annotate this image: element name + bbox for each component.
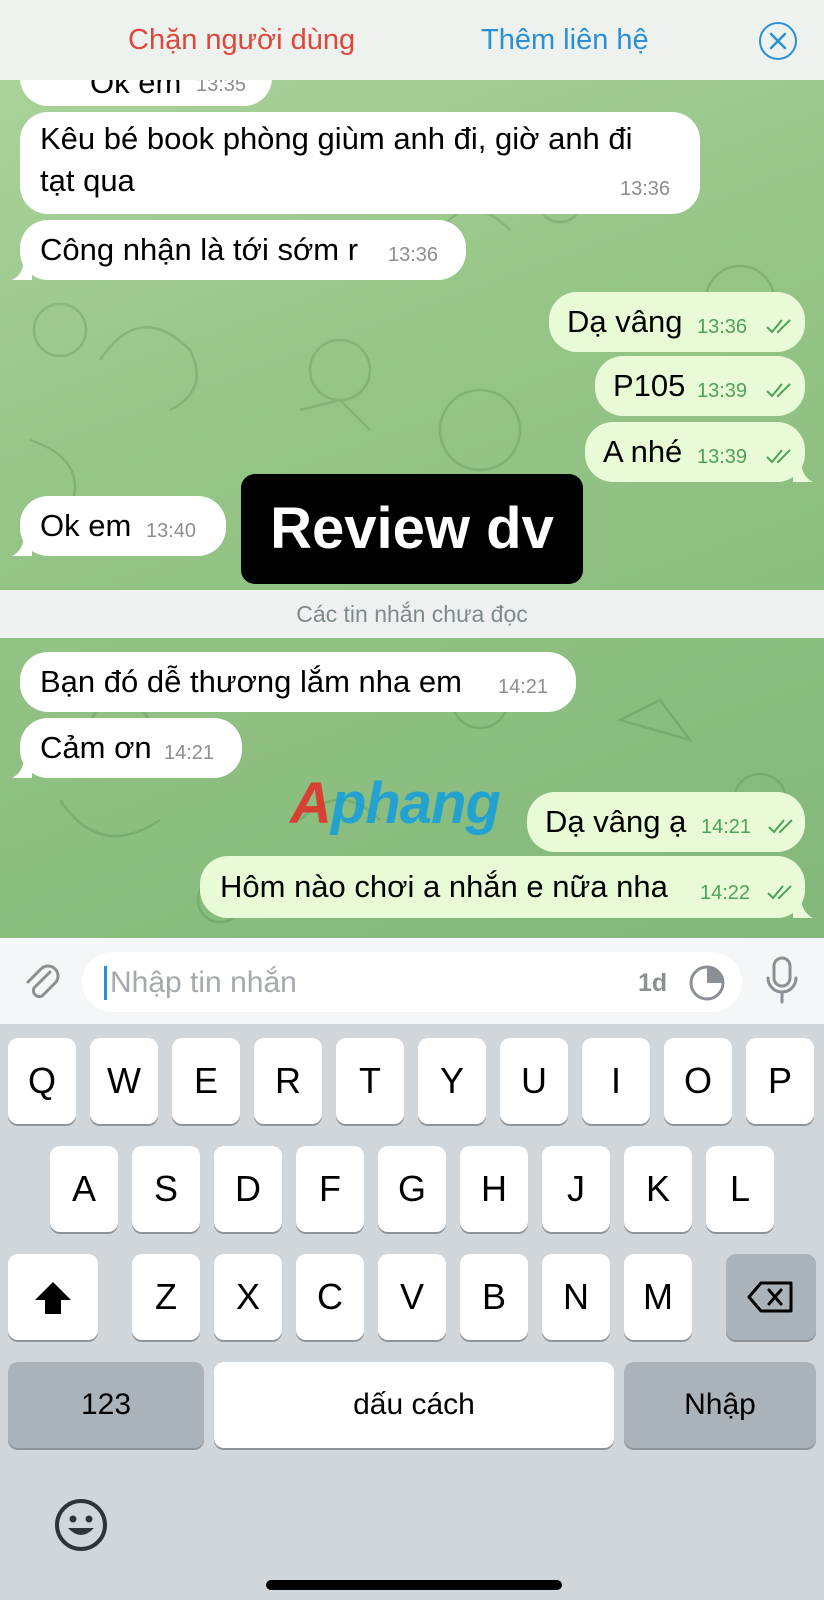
key-x[interactable]: X	[214, 1254, 282, 1340]
key-p[interactable]: P	[746, 1038, 814, 1124]
message-time: 13:40	[146, 520, 197, 542]
message-outgoing[interactable]: P105 13:39	[595, 356, 805, 416]
key-q[interactable]: Q	[8, 1038, 76, 1124]
emoji-icon[interactable]	[54, 1498, 108, 1552]
message-text: Cảm ơn	[40, 730, 152, 765]
key-t[interactable]: T	[336, 1038, 404, 1124]
message-input[interactable]: Nhập tin nhắn 1d	[82, 952, 742, 1012]
close-icon	[769, 32, 787, 50]
message-incoming[interactable]: Công nhận là tới sớm r 13:36	[12, 220, 466, 280]
top-bar: Chặn người dùng Thêm liên hệ	[0, 0, 824, 80]
text-cursor	[104, 966, 107, 1000]
review-overlay-label: Review dv	[241, 474, 583, 584]
key-d[interactable]: D	[214, 1146, 282, 1232]
message-incoming[interactable]: Ok em 13:40	[12, 496, 226, 556]
backspace-key[interactable]	[726, 1254, 816, 1340]
message-time: 14:21	[498, 676, 549, 698]
read-checkmarks-icon	[766, 449, 791, 464]
message-incoming[interactable]: Bạn đó dễ thương lắm nha em 14:21	[20, 652, 576, 712]
message-text: Bạn đó dễ thương lắm nha em	[40, 664, 462, 699]
bubble-tail	[12, 258, 32, 280]
message-text-line-2: tạt qua	[40, 163, 135, 198]
message-text: Dạ vâng ạ	[545, 804, 687, 839]
unread-messages-divider: Các tin nhắn chưa đọc	[0, 590, 824, 638]
message-time: 13:36	[388, 244, 439, 266]
message-text: A nhé	[603, 434, 683, 469]
bubble-tail	[793, 460, 813, 482]
message-time: 14:21	[701, 816, 752, 838]
message-time: 13:39	[697, 446, 748, 468]
read-checkmarks-icon	[768, 819, 793, 834]
key-a[interactable]: A	[50, 1146, 118, 1232]
message-time: 13:36	[620, 178, 671, 200]
message-incoming[interactable]: Cảm ơn 14:21	[12, 718, 242, 778]
watermark-logo: Aphang	[290, 771, 501, 836]
message-time: 13:35	[196, 80, 247, 96]
read-checkmarks-icon	[766, 319, 791, 334]
key-u[interactable]: U	[500, 1038, 568, 1124]
key-z[interactable]: Z	[132, 1254, 200, 1340]
message-time: 13:36	[697, 316, 748, 338]
key-s[interactable]: S	[132, 1146, 200, 1232]
self-destruct-timer-label[interactable]: 1d	[638, 969, 667, 998]
key-r[interactable]: R	[254, 1038, 322, 1124]
message-time: 13:39	[697, 380, 748, 402]
message-text: P105	[613, 368, 686, 403]
key-o[interactable]: O	[664, 1038, 732, 1124]
key-i[interactable]: I	[582, 1038, 650, 1124]
return-key[interactable]: Nhập	[624, 1362, 816, 1448]
bubble-tail	[12, 756, 32, 778]
key-n[interactable]: N	[542, 1254, 610, 1340]
attachment-paperclip-icon[interactable]	[20, 958, 64, 1006]
key-e[interactable]: E	[172, 1038, 240, 1124]
add-contact-button[interactable]: Thêm liên hệ	[481, 24, 649, 57]
message-text-line-1: Kêu bé book phòng giùm anh đi, giờ anh đ…	[40, 121, 633, 156]
key-g[interactable]: G	[378, 1146, 446, 1232]
message-text: Hôm nào chơi a nhắn e nữa nha	[220, 869, 668, 904]
key-m[interactable]: M	[624, 1254, 692, 1340]
key-j[interactable]: J	[542, 1146, 610, 1232]
key-w[interactable]: W	[90, 1038, 158, 1124]
read-checkmarks-icon	[767, 885, 792, 900]
timer-icon[interactable]	[688, 964, 726, 1002]
message-outgoing[interactable]: A nhé 13:39	[585, 422, 813, 482]
chat-area[interactable]: Ok em 13:35 Kêu bé book phòng giùm anh đ…	[0, 80, 824, 938]
bubble-tail	[793, 896, 813, 918]
key-l[interactable]: L	[706, 1146, 774, 1232]
key-f[interactable]: F	[296, 1146, 364, 1232]
backspace-icon	[747, 1281, 793, 1313]
message-time: 14:21	[164, 742, 215, 764]
close-button[interactable]	[759, 22, 797, 60]
key-b[interactable]: B	[460, 1254, 528, 1340]
message-input-placeholder: Nhập tin nhắn	[110, 966, 297, 999]
message-outgoing[interactable]: Dạ vâng 13:36	[549, 292, 805, 352]
message-time: 14:22	[700, 882, 751, 904]
read-checkmarks-icon	[766, 383, 791, 398]
message-text: Dạ vâng	[567, 304, 683, 339]
microphone-icon[interactable]	[764, 956, 800, 1006]
key-k[interactable]: K	[624, 1146, 692, 1232]
message-text: Ok em	[90, 80, 182, 100]
block-user-button[interactable]: Chặn người dùng	[128, 24, 355, 57]
key-h[interactable]: H	[460, 1146, 528, 1232]
message-incoming[interactable]: Kêu bé book phòng giùm anh đi, giờ anh đ…	[20, 112, 700, 214]
shift-icon	[35, 1282, 71, 1314]
message-text: Công nhận là tới sớm r	[40, 232, 359, 267]
on-screen-keyboard: Q W E R T Y U I O P A S D F G H J K L Z …	[0, 1024, 824, 1600]
key-v[interactable]: V	[378, 1254, 446, 1340]
message-incoming[interactable]: Ok em 13:35	[20, 80, 272, 106]
numbers-key[interactable]: 123	[8, 1362, 204, 1448]
message-outgoing[interactable]: Hôm nào chơi a nhắn e nữa nha 14:22	[200, 856, 813, 918]
space-key[interactable]: dấu cách	[214, 1362, 614, 1448]
shift-key[interactable]	[8, 1254, 98, 1340]
message-text: Ok em	[40, 508, 132, 543]
home-indicator	[266, 1580, 562, 1590]
message-composer: Nhập tin nhắn 1d	[0, 938, 824, 1024]
message-outgoing[interactable]: Dạ vâng ạ 14:21	[527, 792, 805, 852]
key-y[interactable]: Y	[418, 1038, 486, 1124]
key-c[interactable]: C	[296, 1254, 364, 1340]
bubble-tail	[12, 534, 32, 556]
